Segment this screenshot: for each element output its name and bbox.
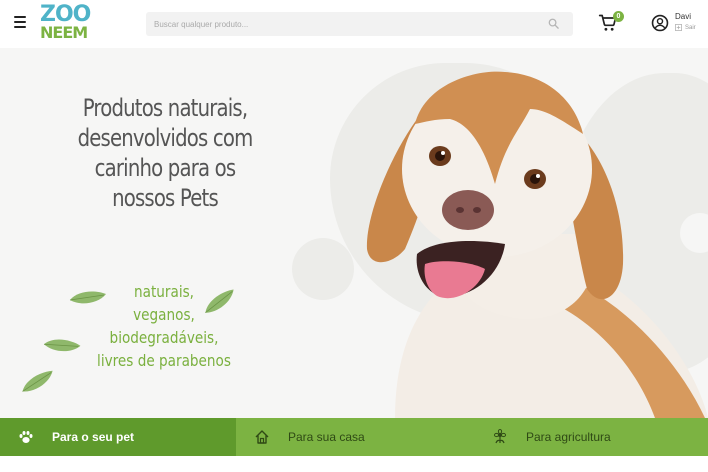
search-input[interactable] [146,12,573,36]
leaf-icon [69,291,106,304]
logout-link[interactable]: Sair [675,24,696,31]
logout-label: Sair [685,24,696,31]
headline-line: carinho para os [94,154,236,182]
category-bar: Para o seu pet Para sua casa Para agricu… [0,418,708,456]
headline-line: Produtos naturais, [82,94,248,122]
background-blob [292,238,354,300]
footer-strip [0,456,708,472]
feature-item: biodegradáveis, [109,328,219,347]
page: ZOO NEEM 0 Davi [0,0,708,472]
hero-banner: Produtos naturais, desenvolvidos com car… [0,48,708,418]
user-menu[interactable]: Davi Sair [651,11,707,37]
plant-icon [494,429,506,444]
user-name: Davi [675,12,692,21]
search-bar [146,12,573,36]
logo-line2: NEEM [40,23,88,42]
cart-button[interactable]: 0 [598,11,628,37]
header: ZOO NEEM 0 Davi [0,0,708,48]
user-avatar-icon [651,14,669,32]
leaf-icon [22,370,53,392]
dog-image [366,71,708,418]
paw-icon [19,431,33,443]
category-pet-label: Para o seu pet [52,430,135,444]
menu-icon[interactable] [14,16,26,28]
cart-count-badge: 0 [613,11,624,22]
category-casa-label: Para sua casa [288,430,365,444]
logo[interactable]: ZOO NEEM [40,4,100,44]
category-agricultura[interactable]: Para agricultura [472,418,708,456]
search-icon[interactable] [548,18,559,29]
home-icon [255,430,269,444]
hero-headline: Produtos naturais, desenvolvidos com car… [63,93,268,213]
feature-item: livres de parabenos [97,351,231,370]
headline-line: desenvolvidos com [77,124,254,152]
headline-line: nossos Pets [112,184,219,212]
category-agricultura-label: Para agricultura [526,430,611,444]
logout-icon [675,24,682,31]
category-casa[interactable]: Para sua casa [236,418,472,456]
leaf-icon [43,339,81,352]
category-pet[interactable]: Para o seu pet [0,418,236,456]
